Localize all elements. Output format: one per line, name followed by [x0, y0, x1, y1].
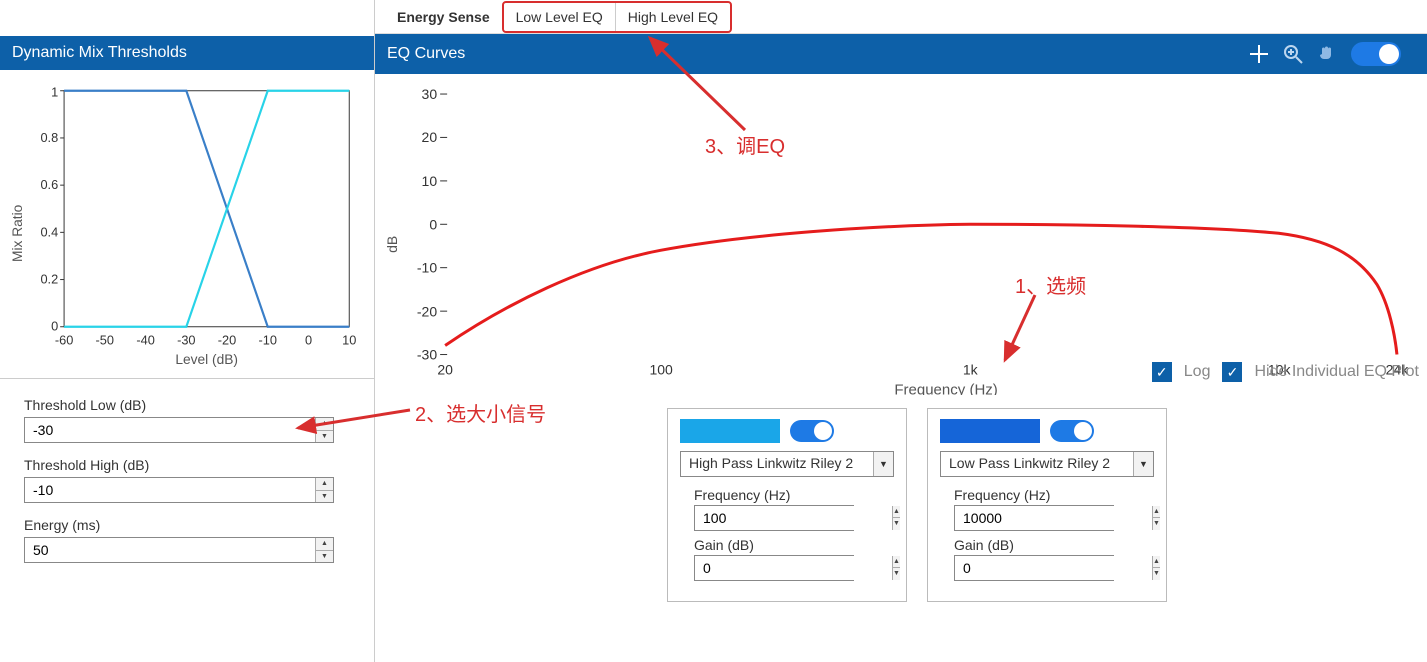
spin-up-icon[interactable]: ▲: [316, 538, 333, 551]
tab-energy-sense[interactable]: Energy Sense: [385, 3, 502, 31]
svg-text:-20: -20: [218, 332, 236, 347]
annotation-2: 2、选大小信号: [415, 398, 546, 427]
filter1-freq-label: Frequency (Hz): [694, 487, 894, 503]
filter1-color-swatch[interactable]: [680, 419, 780, 443]
spin-down-icon[interactable]: ▼: [893, 568, 900, 580]
eq-chart: dB 30 20 10 0 -10 -20 -30 20: [375, 74, 1427, 398]
svg-text:-60: -60: [55, 332, 73, 347]
eq-toggle[interactable]: [1351, 42, 1401, 66]
threshold-high-input[interactable]: ▲▼: [24, 477, 334, 503]
mix-thresholds-header: Dynamic Mix Thresholds: [0, 36, 374, 70]
spin-down-icon[interactable]: ▼: [316, 551, 333, 563]
eq-curves-title: EQ Curves: [387, 45, 465, 63]
spin-down-icon[interactable]: ▼: [1153, 568, 1160, 580]
svg-text:20: 20: [422, 129, 438, 145]
filter2-type-value: Low Pass Linkwitz Riley 2: [941, 452, 1133, 476]
svg-text:-10: -10: [417, 259, 437, 275]
filter2-freq-input[interactable]: ▲▼: [954, 505, 1114, 531]
filter2-toggle[interactable]: [1050, 420, 1094, 442]
spin-down-icon[interactable]: ▼: [316, 431, 333, 443]
svg-text:30: 30: [422, 86, 438, 102]
svg-text:0: 0: [51, 319, 58, 334]
filter1-gain-input[interactable]: ▲▼: [694, 555, 854, 581]
svg-text:100: 100: [649, 362, 673, 378]
threshold-low-label: Threshold Low (dB): [24, 397, 350, 413]
pan-hand-icon[interactable]: [1317, 44, 1337, 64]
energy-label: Energy (ms): [24, 517, 350, 533]
svg-text:-30: -30: [417, 347, 437, 363]
svg-text:-20: -20: [417, 303, 437, 319]
crosshair-icon[interactable]: [1249, 44, 1269, 64]
spin-up-icon[interactable]: ▲: [316, 478, 333, 491]
svg-text:0.4: 0.4: [40, 224, 58, 239]
spin-up-icon[interactable]: ▲: [893, 506, 900, 519]
spin-up-icon[interactable]: ▲: [1153, 506, 1160, 519]
svg-text:0.8: 0.8: [40, 130, 58, 145]
hide-label: Hide Individual EQ Plot: [1254, 363, 1419, 381]
filter-panel-2: Low Pass Linkwitz Riley 2 ▼ Frequency (H…: [927, 408, 1167, 602]
chevron-down-icon[interactable]: ▼: [873, 452, 893, 476]
log-label: Log: [1184, 363, 1211, 381]
svg-text:10: 10: [342, 332, 356, 347]
svg-text:0.6: 0.6: [40, 177, 58, 192]
chevron-down-icon[interactable]: ▼: [1133, 452, 1153, 476]
energy-value[interactable]: [25, 538, 315, 562]
svg-text:-30: -30: [177, 332, 195, 347]
svg-text:20: 20: [437, 362, 453, 378]
svg-text:10: 10: [422, 173, 438, 189]
svg-text:Frequency (Hz): Frequency (Hz): [894, 382, 997, 395]
tab-low-level-eq[interactable]: Low Level EQ: [504, 3, 615, 31]
spin-up-icon[interactable]: ▲: [893, 556, 900, 569]
spin-down-icon[interactable]: ▼: [893, 518, 900, 530]
filter1-freq-input[interactable]: ▲▼: [694, 505, 854, 531]
tab-high-level-eq[interactable]: High Level EQ: [615, 3, 730, 31]
svg-text:0.2: 0.2: [40, 271, 58, 286]
spin-down-icon[interactable]: ▼: [1153, 518, 1160, 530]
svg-text:Level (dB): Level (dB): [175, 352, 238, 367]
svg-text:-50: -50: [96, 332, 114, 347]
threshold-high-label: Threshold High (dB): [24, 457, 350, 473]
filter2-gain-input[interactable]: ▲▼: [954, 555, 1114, 581]
zoom-in-icon[interactable]: [1283, 44, 1303, 64]
svg-text:1k: 1k: [963, 362, 979, 378]
energy-input[interactable]: ▲▼: [24, 537, 334, 563]
eq-tabs-highlight: Low Level EQ High Level EQ: [502, 1, 732, 33]
svg-text:-10: -10: [259, 332, 277, 347]
svg-text:-40: -40: [136, 332, 154, 347]
filter-panel-1: High Pass Linkwitz Riley 2 ▼ Frequency (…: [667, 408, 907, 602]
filter2-type-select[interactable]: Low Pass Linkwitz Riley 2 ▼: [940, 451, 1154, 477]
filter2-color-swatch[interactable]: [940, 419, 1040, 443]
svg-text:1: 1: [51, 85, 58, 100]
svg-text:Mix Ratio: Mix Ratio: [10, 204, 25, 262]
mix-chart: Mix Ratio 0 0.2 0.4 0.6 0.8 1 -6: [0, 70, 374, 379]
eq-curves-header: EQ Curves: [375, 34, 1427, 74]
svg-text:0: 0: [305, 332, 312, 347]
svg-text:0: 0: [429, 216, 437, 232]
svg-text:dB: dB: [384, 236, 400, 253]
filter1-type-select[interactable]: High Pass Linkwitz Riley 2 ▼: [680, 451, 894, 477]
threshold-low-value[interactable]: [25, 418, 315, 442]
filter2-gain-label: Gain (dB): [954, 537, 1154, 553]
threshold-low-input[interactable]: ▲▼: [24, 417, 334, 443]
filter1-type-value: High Pass Linkwitz Riley 2: [681, 452, 873, 476]
spin-down-icon[interactable]: ▼: [316, 491, 333, 503]
filter1-gain-label: Gain (dB): [694, 537, 894, 553]
threshold-high-value[interactable]: [25, 478, 315, 502]
hide-checkbox[interactable]: ✓: [1222, 362, 1242, 382]
spin-up-icon[interactable]: ▲: [1153, 556, 1160, 569]
log-checkbox[interactable]: ✓: [1152, 362, 1172, 382]
filter1-toggle[interactable]: [790, 420, 834, 442]
filter2-freq-label: Frequency (Hz): [954, 487, 1154, 503]
spin-up-icon[interactable]: ▲: [316, 418, 333, 431]
